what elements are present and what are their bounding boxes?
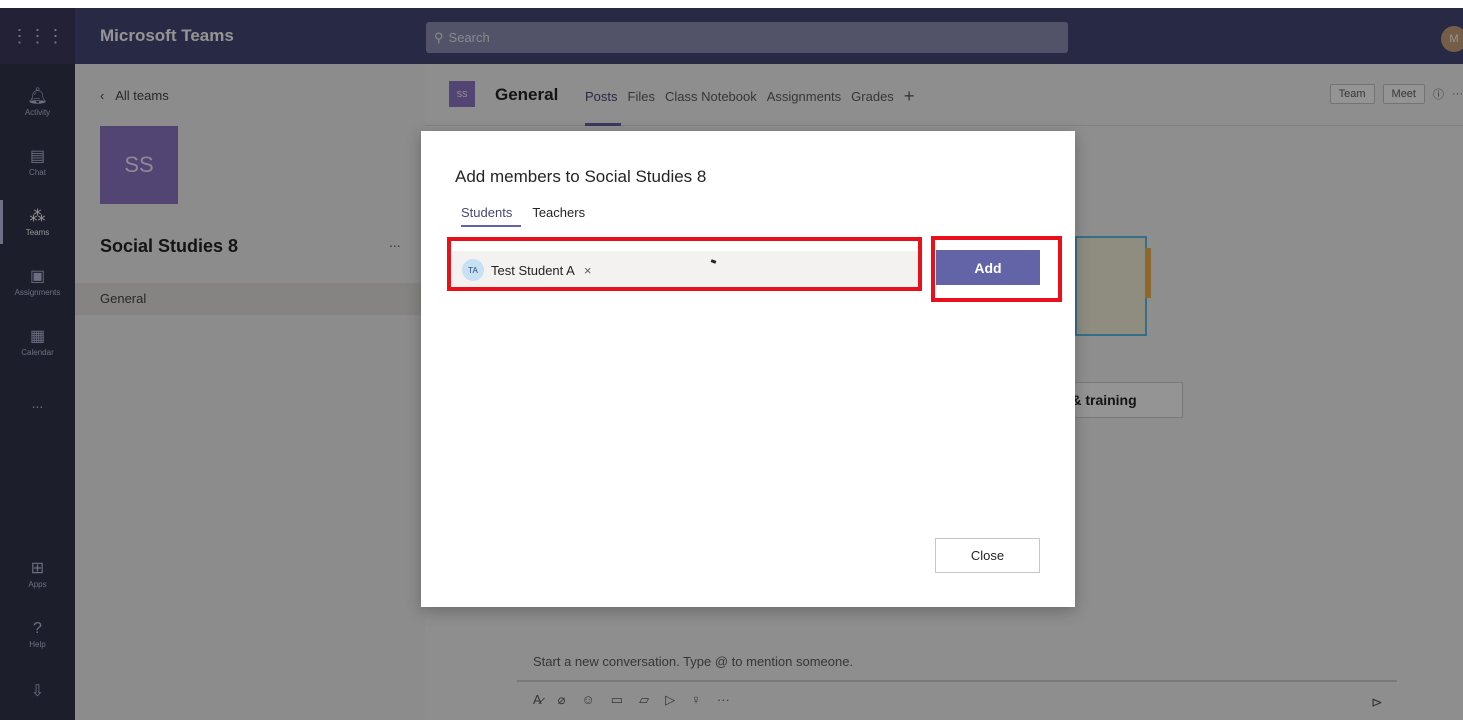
highlight-add-box	[931, 236, 1062, 302]
dialog-tabs: Students Teachers	[461, 205, 585, 220]
close-button[interactable]: Close	[935, 538, 1040, 573]
add-members-dialog: Add members to Social Studies 8 Students…	[421, 131, 1075, 607]
top-strip	[0, 0, 1463, 8]
tab-students[interactable]: Students	[461, 205, 512, 220]
dialog-title: Add members to Social Studies 8	[455, 167, 707, 186]
active-tab-indicator	[461, 225, 521, 227]
tab-teachers[interactable]: Teachers	[532, 205, 585, 220]
highlight-picker-box	[447, 237, 922, 291]
